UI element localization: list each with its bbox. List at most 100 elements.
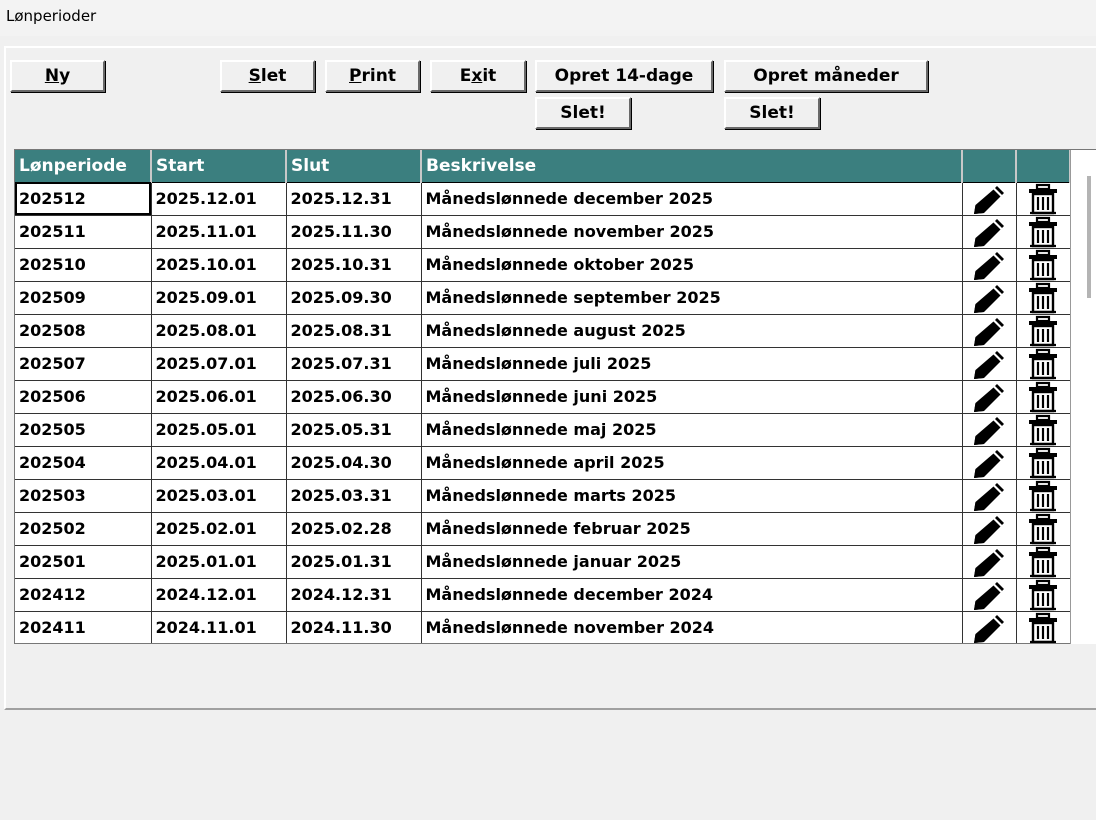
column-header-start[interactable]: Start — [151, 150, 287, 183]
column-header-edit[interactable] — [962, 150, 1017, 183]
cell-start[interactable]: 2025.04.01 — [151, 446, 287, 480]
cell-description[interactable]: Månedslønnede juli 2025 — [421, 347, 963, 381]
edit-row-button[interactable] — [962, 248, 1017, 282]
table-row[interactable]: 202503 2025.03.01 2025.03.31 Månedslønnede … — [15, 479, 1071, 513]
cell-end[interactable]: 2025.07.31 — [286, 347, 422, 381]
delete-months-button[interactable]: Slet! — [724, 97, 820, 129]
column-header-description[interactable]: Beskrivelse — [421, 150, 963, 183]
delete-14-days-button[interactable]: Slet! — [535, 97, 631, 129]
cell-description[interactable]: Månedslønnede maj 2025 — [421, 413, 963, 447]
edit-row-button[interactable] — [962, 413, 1017, 447]
delete-button[interactable]: Slet — [220, 60, 315, 92]
cell-start[interactable]: 2025.09.01 — [151, 281, 287, 315]
edit-row-button[interactable] — [962, 215, 1017, 249]
delete-row-button[interactable] — [1016, 578, 1071, 612]
cell-description[interactable]: Månedslønnede september 2025 — [421, 281, 963, 315]
cell-end[interactable]: 2025.06.30 — [286, 380, 422, 414]
table-row[interactable]: 202505 2025.05.01 2025.05.31 Månedslønnede … — [15, 413, 1071, 447]
delete-row-button[interactable] — [1016, 281, 1071, 315]
cell-description[interactable]: Månedslønnede marts 2025 — [421, 479, 963, 513]
cell-description[interactable]: Månedslønnede april 2025 — [421, 446, 963, 480]
delete-row-button[interactable] — [1016, 446, 1071, 480]
cell-start[interactable]: 2025.12.01 — [151, 182, 287, 216]
cell-description[interactable]: Månedslønnede november 2025 — [421, 215, 963, 249]
cell-description[interactable]: Månedslønnede oktober 2025 — [421, 248, 963, 282]
cell-period[interactable]: 202512 — [15, 182, 152, 216]
cell-end[interactable]: 2025.11.30 — [286, 215, 422, 249]
cell-end[interactable]: 2025.10.31 — [286, 248, 422, 282]
cell-description[interactable]: Månedslønnede juni 2025 — [421, 380, 963, 414]
column-header-end[interactable]: Slut — [286, 150, 422, 183]
cell-period[interactable]: 202506 — [15, 380, 152, 414]
delete-row-button[interactable] — [1016, 182, 1071, 216]
cell-description[interactable]: Månedslønnede januar 2025 — [421, 545, 963, 579]
cell-period[interactable]: 202411 — [15, 611, 152, 643]
scrollbar-thumb[interactable] — [1087, 176, 1091, 298]
edit-row-button[interactable] — [962, 611, 1017, 643]
cell-period[interactable]: 202508 — [15, 314, 152, 348]
cell-start[interactable]: 2025.11.01 — [151, 215, 287, 249]
cell-end[interactable]: 2025.12.31 — [286, 182, 422, 216]
cell-start[interactable]: 2025.10.01 — [151, 248, 287, 282]
cell-period[interactable]: 202510 — [15, 248, 152, 282]
column-header-delete[interactable] — [1016, 150, 1071, 183]
cell-start[interactable]: 2025.08.01 — [151, 314, 287, 348]
edit-row-button[interactable] — [962, 446, 1017, 480]
vertical-scrollbar[interactable] — [1070, 150, 1096, 644]
table-row[interactable]: 202506 2025.06.01 2025.06.30 Månedslønnede … — [15, 380, 1071, 414]
delete-row-button[interactable] — [1016, 314, 1071, 348]
delete-row-button[interactable] — [1016, 347, 1071, 381]
delete-row-button[interactable] — [1016, 512, 1071, 546]
delete-row-button[interactable] — [1016, 215, 1071, 249]
create-14-days-button[interactable]: Opret 14-dage — [535, 60, 713, 92]
table-row[interactable]: 202501 2025.01.01 2025.01.31 Månedslønnede … — [15, 545, 1071, 579]
edit-row-button[interactable] — [962, 479, 1017, 513]
table-row[interactable]: 202510 2025.10.01 2025.10.31 Månedslønnede … — [15, 248, 1071, 282]
cell-start[interactable]: 2025.03.01 — [151, 479, 287, 513]
cell-end[interactable]: 2025.08.31 — [286, 314, 422, 348]
edit-row-button[interactable] — [962, 578, 1017, 612]
cell-period[interactable]: 202511 — [15, 215, 152, 249]
cell-period[interactable]: 202501 — [15, 545, 152, 579]
edit-row-button[interactable] — [962, 347, 1017, 381]
column-header-period[interactable]: Lønperiode — [15, 150, 152, 183]
table-row[interactable]: 202508 2025.08.01 2025.08.31 Månedslønnede … — [15, 314, 1071, 348]
cell-start[interactable]: 2025.07.01 — [151, 347, 287, 381]
table-row[interactable]: 202504 2025.04.01 2025.04.30 Månedslønnede … — [15, 446, 1071, 480]
delete-row-button[interactable] — [1016, 413, 1071, 447]
table-row[interactable]: 202411 2024.11.01 2024.11.30 Månedslønnede … — [15, 611, 1071, 643]
new-button[interactable]: Ny — [10, 60, 105, 92]
cell-description[interactable]: Månedslønnede december 2025 — [421, 182, 963, 216]
create-months-button[interactable]: Opret måneder — [724, 60, 928, 92]
cell-end[interactable]: 2024.12.31 — [286, 578, 422, 612]
cell-description[interactable]: Månedslønnede december 2024 — [421, 578, 963, 612]
cell-period[interactable]: 202412 — [15, 578, 152, 612]
table-row[interactable]: 202509 2025.09.01 2025.09.30 Månedslønnede … — [15, 281, 1071, 315]
cell-start[interactable]: 2025.05.01 — [151, 413, 287, 447]
cell-description[interactable]: Månedslønnede august 2025 — [421, 314, 963, 348]
cell-start[interactable]: 2025.06.01 — [151, 380, 287, 414]
edit-row-button[interactable] — [962, 314, 1017, 348]
cell-start[interactable]: 2025.02.01 — [151, 512, 287, 546]
cell-end[interactable]: 2025.01.31 — [286, 545, 422, 579]
edit-row-button[interactable] — [962, 281, 1017, 315]
delete-row-button[interactable] — [1016, 611, 1071, 643]
edit-row-button[interactable] — [962, 380, 1017, 414]
cell-description[interactable]: Månedslønnede november 2024 — [421, 611, 963, 643]
table-row[interactable]: 202502 2025.02.01 2025.02.28 Månedslønnede … — [15, 512, 1071, 546]
cell-end[interactable]: 2025.09.30 — [286, 281, 422, 315]
cell-period[interactable]: 202509 — [15, 281, 152, 315]
cell-end[interactable]: 2025.02.28 — [286, 512, 422, 546]
print-button[interactable]: Print — [325, 60, 420, 92]
exit-button[interactable]: Ex it — [430, 60, 526, 92]
cell-end[interactable]: 2025.03.31 — [286, 479, 422, 513]
table-row[interactable]: 202511 2025.11.01 2025.11.30 Månedslønnede … — [15, 215, 1071, 249]
cell-end[interactable]: 2024.11.30 — [286, 611, 422, 643]
cell-start[interactable]: 2025.01.01 — [151, 545, 287, 579]
cell-end[interactable]: 2025.05.31 — [286, 413, 422, 447]
edit-row-button[interactable] — [962, 512, 1017, 546]
table-row[interactable]: 202412 2024.12.01 2024.12.31 Månedslønnede … — [15, 578, 1071, 612]
cell-period[interactable]: 202503 — [15, 479, 152, 513]
cell-start[interactable]: 2024.11.01 — [151, 611, 287, 643]
cell-period[interactable]: 202507 — [15, 347, 152, 381]
